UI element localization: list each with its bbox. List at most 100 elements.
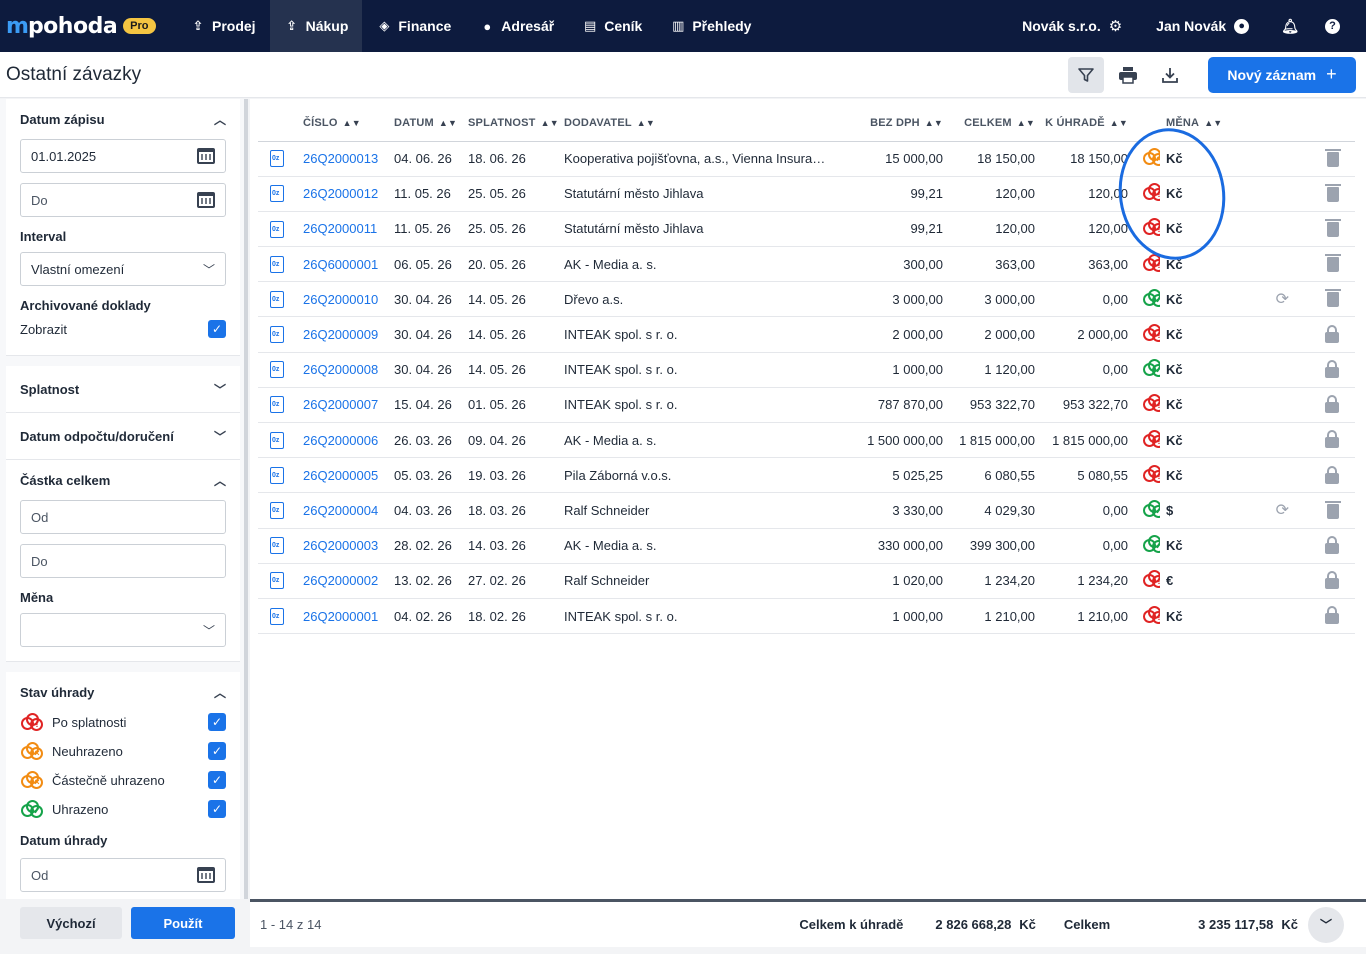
table-row[interactable]: 26Q200001304. 06. 2618. 06. 26Kooperativ… — [258, 141, 1355, 177]
cislo-link[interactable]: 26Q2000010 — [303, 281, 394, 318]
calendar-icon[interactable] — [197, 192, 215, 208]
input-placeholder: Do — [31, 553, 48, 569]
recurring-icon[interactable]: ⟳ — [1276, 502, 1289, 519]
mena-select[interactable]: ﹀ — [20, 613, 226, 647]
table-row[interactable]: 26Q200001211. 05. 2625. 05. 26Statutární… — [258, 176, 1355, 212]
app-logo[interactable]: m pohoda Pro — [0, 0, 176, 52]
table-row[interactable]: 26Q200000404. 03. 2618. 03. 26Ralf Schne… — [258, 492, 1355, 529]
trash-icon[interactable] — [1325, 500, 1341, 519]
dodavatel-cell: INTEAK spol. s r. o. — [564, 387, 850, 424]
stav-checkbox[interactable]: ✓ — [208, 771, 226, 789]
cislo-link[interactable]: 26Q2000008 — [303, 352, 394, 388]
cislo-link[interactable]: 26Q2000005 — [303, 457, 394, 494]
notifications-button[interactable]: 🔔︎ — [1261, 18, 1311, 35]
recurring-icon[interactable]: ⟳ — [1276, 291, 1289, 308]
col-k-uhrade[interactable]: K ÚHRADĚ ▲▼ — [1035, 105, 1128, 142]
cislo-link[interactable]: 26Q2000001 — [303, 598, 394, 635]
cislo-link[interactable]: 26Q2000009 — [303, 316, 394, 353]
table-row[interactable]: 26Q600000106. 05. 2620. 05. 26AK - Media… — [258, 246, 1355, 283]
print-button[interactable] — [1110, 57, 1146, 93]
table-footer: 1 - 14 z 14 Celkem k úhradě 2 826 668,28… — [250, 899, 1366, 947]
download-button[interactable] — [1152, 57, 1188, 93]
cislo-link[interactable]: 26Q2000006 — [303, 422, 394, 459]
cislo-link[interactable]: 26Q2000004 — [303, 492, 394, 529]
cislo-link[interactable]: 26Q2000012 — [303, 176, 394, 212]
recur-cell — [1234, 563, 1289, 599]
dodavatel-cell: Ralf Schneider — [564, 563, 850, 599]
cislo-link[interactable]: 26Q2000011 — [303, 211, 394, 248]
default-button[interactable]: Výchozí — [20, 907, 122, 939]
table-row[interactable]: 26Q200000626. 03. 2609. 04. 26AK - Media… — [258, 422, 1355, 459]
table-row[interactable]: 26Q200000715. 04. 2601. 05. 26INTEAK spo… — [258, 387, 1355, 424]
archived-show-checkbox[interactable]: ✓ — [208, 320, 226, 338]
datum-cell: 04. 02. 26 — [394, 598, 468, 635]
col-datum[interactable]: DATUM ▲▼ — [394, 105, 468, 142]
col-splatnost[interactable]: SPLATNOST ▲▼ — [468, 105, 564, 142]
help-button[interactable]: ? — [1311, 18, 1366, 34]
nav-item-3[interactable]: ● Adresář — [465, 0, 568, 52]
section-header-castka[interactable]: Částka celkem ︿ — [20, 470, 226, 490]
pagination-range: 1 - 14 z 14 — [260, 917, 322, 932]
stav-row: ! Po splatnosti ✓ — [20, 712, 226, 732]
nav-item-2[interactable]: ◈ Finance — [362, 0, 465, 52]
trash-icon[interactable] — [1325, 254, 1341, 273]
nav-item-0[interactable]: ⇪ Prodej — [176, 0, 270, 52]
splatnost-cell: 14. 05. 26 — [468, 281, 564, 318]
cislo-link[interactable]: 26Q2000002 — [303, 563, 394, 599]
table-row[interactable]: 26Q200000328. 02. 2614. 03. 26AK - Media… — [258, 528, 1355, 564]
datum-zapisu-to-input[interactable]: Do — [20, 183, 226, 217]
castka-to-input[interactable]: Do — [20, 544, 226, 578]
section-header-splatnost[interactable]: Splatnost ﹀ — [20, 379, 226, 399]
section-header-datum-zapisu[interactable]: Datum zápisu ︿ — [20, 109, 226, 129]
table-row[interactable]: 26Q200001030. 04. 2614. 05. 26Dřevo a.s.… — [258, 281, 1355, 318]
cislo-link[interactable]: 26Q6000001 — [303, 246, 394, 283]
cislo-link[interactable]: 26Q2000007 — [303, 387, 394, 424]
payment-status-red-icon: ! — [1142, 605, 1160, 625]
dodavatel-cell: AK - Media a. s. — [564, 422, 850, 459]
new-record-button[interactable]: Nový záznam + — [1208, 56, 1356, 93]
calendar-icon[interactable] — [197, 148, 215, 164]
section-header-datum-odpoctu[interactable]: Datum odpočtu/doručení ﹀ — [20, 426, 226, 446]
calendar-icon[interactable] — [197, 867, 215, 883]
table-row[interactable]: 26Q200000104. 02. 2618. 02. 26INTEAK spo… — [258, 598, 1355, 635]
user-menu[interactable]: Jan Novák ● — [1134, 18, 1261, 34]
col-cislo[interactable]: ČÍSLO ▲▼ — [303, 105, 394, 142]
datum-cell: 13. 02. 26 — [394, 563, 468, 599]
stav-checkbox[interactable]: ✓ — [208, 800, 226, 818]
cislo-link[interactable]: 26Q2000003 — [303, 528, 394, 564]
recur-cell — [1234, 457, 1289, 494]
datum-uhrady-from-input[interactable]: Od — [20, 858, 226, 892]
datum-zapisu-from-input[interactable]: 01.01.2025 — [20, 139, 226, 173]
table-row[interactable]: 26Q200000830. 04. 2614. 05. 26INTEAK spo… — [258, 352, 1355, 388]
splatnost-cell: 27. 02. 26 — [468, 563, 564, 599]
k-uhrade-cell: 18 150,00 — [1035, 141, 1128, 177]
expand-totals-button[interactable]: ﹀ — [1308, 906, 1344, 943]
castka-from-input[interactable]: Od — [20, 500, 226, 534]
table-row[interactable]: 26Q200000930. 04. 2614. 05. 26INTEAK spo… — [258, 316, 1355, 353]
cislo-link[interactable]: 26Q2000013 — [303, 141, 394, 177]
table-row[interactable]: 26Q200000505. 03. 2619. 03. 26Pila Zábor… — [258, 457, 1355, 494]
trash-icon[interactable] — [1325, 219, 1341, 237]
top-navigation-bar: m pohoda Pro ⇪ Prodej ⇪ Nákup ◈ Finance ● Adres… — [0, 0, 1366, 52]
datum-cell: 28. 02. 26 — [394, 528, 468, 564]
apply-button[interactable]: Použít — [131, 907, 235, 939]
printer-icon — [1119, 66, 1137, 84]
filter-button[interactable] — [1068, 56, 1104, 93]
col-dodavatel[interactable]: DODAVATEL ▲▼ — [564, 105, 850, 142]
trash-icon[interactable] — [1325, 148, 1341, 167]
nav-item-5[interactable]: ▥ Přehledy — [656, 0, 765, 52]
col-mena[interactable]: MĚNA ▲▼ — [1160, 105, 1234, 142]
table-row[interactable]: 26Q200001111. 05. 2625. 05. 26Statutární… — [258, 211, 1355, 248]
stav-checkbox[interactable]: ✓ — [208, 713, 226, 731]
nav-item-4[interactable]: ▤ Ceník — [568, 0, 656, 52]
table-row[interactable]: 26Q200000213. 02. 2627. 02. 26Ralf Schne… — [258, 563, 1355, 599]
interval-select[interactable]: Vlastní omezení ﹀ — [20, 252, 226, 286]
company-selector[interactable]: Novák s.r.o. ⚙ — [1010, 17, 1134, 35]
stav-checkbox[interactable]: ✓ — [208, 742, 226, 760]
trash-icon[interactable] — [1325, 289, 1341, 308]
col-bez-dph[interactable]: BEZ DPH ▲▼ — [850, 105, 943, 142]
col-celkem[interactable]: CELKEM ▲▼ — [943, 105, 1035, 142]
nav-item-1[interactable]: ⇪ Nákup — [269, 0, 363, 52]
section-header-stav-uhrady[interactable]: Stav úhrady ︿ — [20, 682, 226, 702]
trash-icon[interactable] — [1325, 183, 1341, 202]
